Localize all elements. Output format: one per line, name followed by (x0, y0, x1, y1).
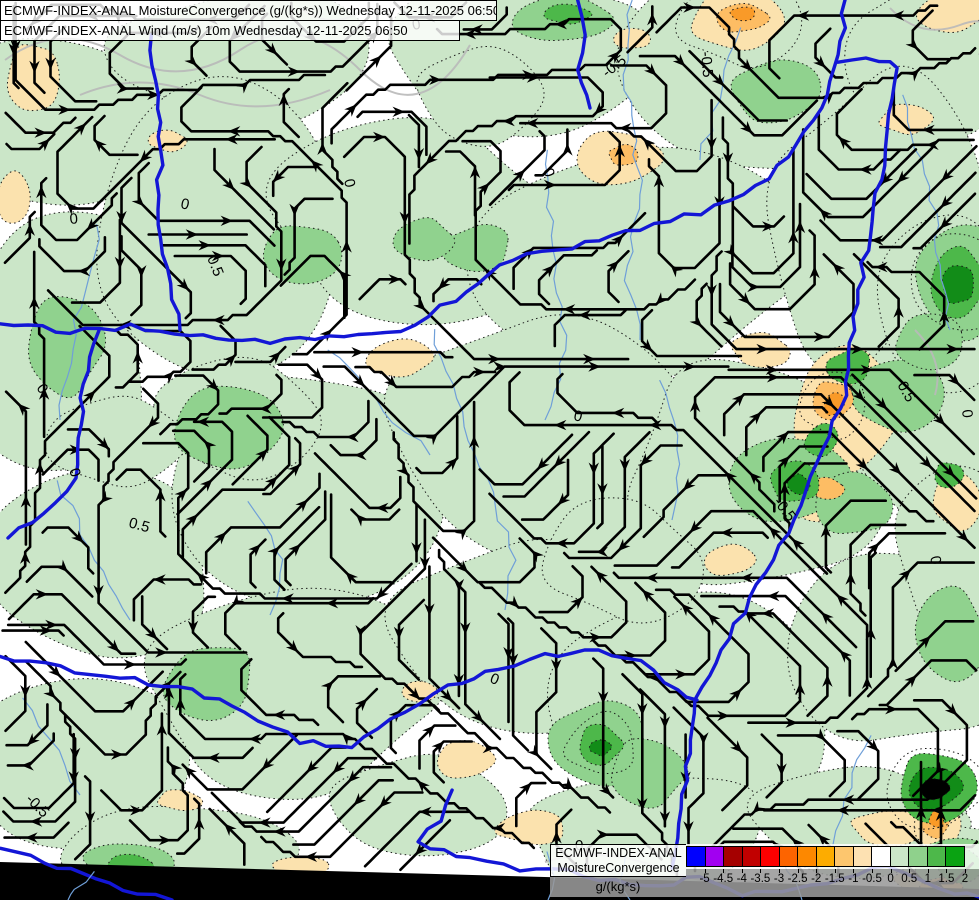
legend-tick-label: 0 (887, 873, 894, 885)
svg-text:0: 0 (958, 409, 976, 419)
svg-text:0: 0 (69, 210, 79, 228)
legend-swatch (741, 846, 762, 867)
legend-swatch (908, 846, 928, 867)
legend-swatch (704, 846, 725, 867)
legend-swatch (815, 846, 836, 867)
legend-tick-label: 0.5 (901, 873, 918, 885)
legend-tick-label: -4 (736, 873, 747, 885)
legend-swatch (723, 846, 743, 867)
legend-swatch (852, 846, 873, 867)
legend-tick-label: -0.5 (862, 873, 882, 885)
legend-swatch (871, 846, 891, 867)
legend-title-block: ECMWF-INDEX-ANAL MoistureConvergence (550, 844, 686, 877)
legend-model-label: ECMWF-INDEX-ANAL (555, 846, 682, 860)
legend-tick-label: -5 (699, 873, 710, 885)
legend-units-label: g/(kg*s) (550, 877, 686, 897)
legend-swatch (834, 846, 854, 867)
legend: ECMWF-INDEX-ANAL MoistureConvergence g/(… (550, 844, 979, 897)
legend-swatch (760, 846, 780, 867)
legend-tick-label: 1 (924, 873, 931, 885)
legend-swatch (926, 846, 947, 867)
legend-tick-row: -5 -4.5 -4 -3.5 -3 -2.5 -2 -1.5 -1 -0.5 0 0.5 1 1.5 2 (686, 869, 979, 897)
svg-text:-0.5: -0.5 (697, 51, 716, 78)
legend-color-scale (686, 846, 965, 867)
legend-tick-label: -2.5 (787, 873, 808, 885)
legend-parameter-label: MoistureConvergence (557, 861, 680, 875)
legend-swatch (686, 846, 706, 867)
legend-tick-label: 1.5 (938, 873, 955, 885)
legend-tick-label: -3 (773, 873, 785, 885)
legend-swatch (797, 846, 817, 867)
legend-tick-label: -2 (811, 873, 822, 885)
legend-swatch-strip (686, 844, 979, 869)
legend-tick-label: -1 (848, 873, 859, 885)
legend-swatch (945, 846, 965, 867)
legend-tick-label: -3.5 (750, 873, 771, 885)
legend-swatch (778, 846, 799, 867)
weather-map-page: 0-0.5-0.500000.5000.50.5-0.5000-0.500 EC… (0, 0, 979, 900)
title-moisture-convergence: ECMWF-INDEX-ANAL MoistureConvergence (g/… (0, 0, 497, 21)
legend-tick-label: -1.5 (824, 873, 845, 885)
legend-swatch (889, 846, 910, 867)
map-svg: 0-0.5-0.500000.5000.50.5-0.5000-0.500 (0, 0, 979, 900)
title-wind-10m: ECMWF-INDEX-ANAL Wind (m/s) 10m Wednesda… (0, 20, 460, 41)
legend-tick-label: -4.5 (713, 873, 734, 885)
legend-tick-label: 2 (961, 873, 969, 885)
